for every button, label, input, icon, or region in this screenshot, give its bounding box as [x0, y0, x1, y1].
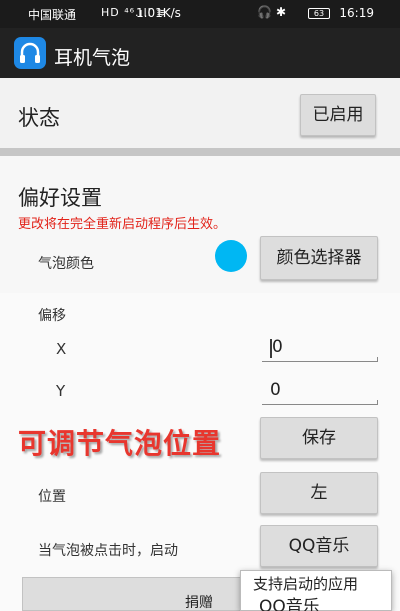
donate-label: 捐赠	[185, 595, 213, 611]
bubble-position-caption: 可调节气泡位置	[18, 427, 222, 460]
battery-icon: 63	[308, 8, 330, 19]
y-offset-value: 0	[270, 380, 281, 400]
bubble-color-swatch	[215, 240, 247, 272]
y-label: Y	[56, 382, 66, 400]
position-select-button[interactable]: 左	[260, 472, 378, 514]
preferences-title: 偏好设置	[18, 186, 102, 210]
headphone-app-icon	[14, 37, 46, 69]
offset-label: 偏移	[38, 308, 66, 324]
status-bar: 中国联通 HD ⁴⁶.ıll ≋ 1.01K/s 🎧 ✱ 63 16:19	[0, 0, 400, 28]
x-offset-value: 0	[272, 337, 283, 357]
enabled-toggle-button[interactable]: 已启用	[300, 94, 376, 136]
x-offset-input[interactable]: 0	[262, 334, 378, 362]
app-title: 耳机气泡	[54, 47, 131, 69]
section-divider	[0, 148, 400, 156]
network-speed: 1.01K/s	[136, 6, 181, 20]
restart-warning: 更改将在完全重新启动程序后生效。	[18, 217, 227, 232]
y-offset-input[interactable]: 0	[262, 377, 378, 405]
supported-apps-popup: 支持启动的应用 QQ音乐	[240, 570, 392, 611]
status-label: 状态	[18, 106, 60, 130]
launch-on-click-label: 当气泡被点击时，启动	[38, 543, 178, 559]
position-label: 位置	[38, 489, 66, 505]
color-picker-button[interactable]: 颜色选择器	[260, 236, 378, 280]
popup-item-qq-music[interactable]: QQ音乐	[259, 592, 320, 611]
save-button[interactable]: 保存	[260, 417, 378, 459]
bubble-color-label: 气泡颜色	[38, 256, 94, 272]
popup-title: 支持启动的应用	[253, 575, 359, 593]
donate-button[interactable]: 捐赠	[22, 577, 242, 611]
launch-app-select-button[interactable]: QQ音乐	[260, 525, 378, 567]
app-bar: 耳机气泡	[0, 28, 400, 78]
headphone-icon: 🎧 ✱	[257, 5, 286, 19]
clock: 16:19	[339, 6, 374, 20]
x-label: X	[56, 340, 67, 358]
carrier-label: 中国联通	[28, 8, 77, 22]
